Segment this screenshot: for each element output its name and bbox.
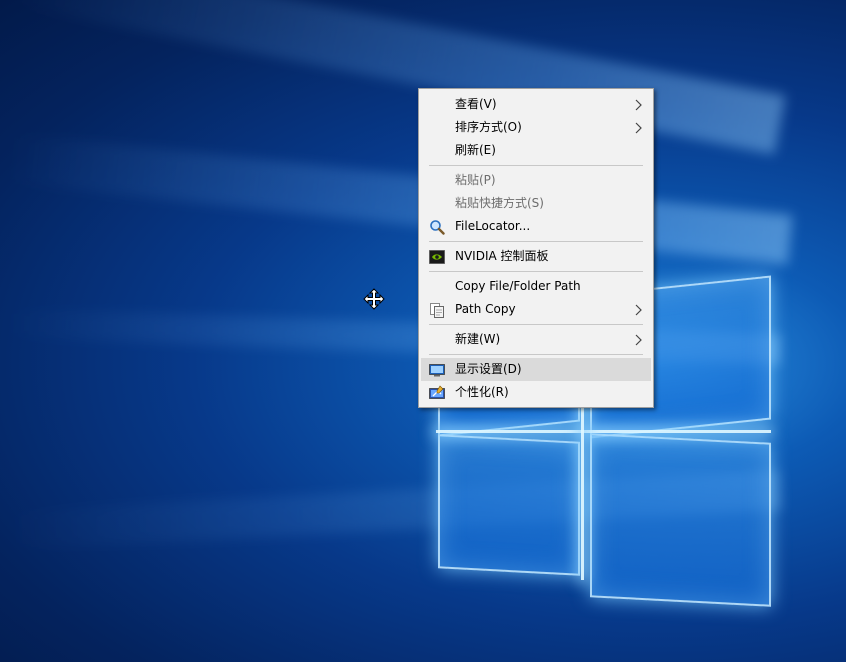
menu-item-view[interactable]: 查看(V) — [421, 93, 651, 116]
menu-separator — [429, 324, 643, 325]
light-beam — [8, 0, 786, 155]
windows-logo-pane-bottom-left — [438, 434, 580, 576]
chevron-right-icon — [635, 334, 642, 346]
light-beam — [1, 132, 793, 265]
menu-item-refresh[interactable]: 刷新(E) — [421, 139, 651, 162]
menu-item-personalize[interactable]: 个性化(R) — [421, 381, 651, 404]
menu-item-paste[interactable]: 粘贴(P) — [421, 169, 651, 192]
desktop-context-menu: 查看(V) 排序方式(O) 刷新(E) 粘贴(P) 粘贴快捷方式(S) File… — [418, 88, 654, 408]
menu-separator — [429, 241, 643, 242]
windows-logo-pane-bottom-right — [590, 433, 771, 607]
menu-item-copy-file-folder-path[interactable]: Copy File/Folder Path — [421, 275, 651, 298]
menu-item-path-copy[interactable]: Path Copy — [421, 298, 651, 321]
chevron-right-icon — [635, 304, 642, 316]
menu-item-label: 新建(W) — [455, 332, 501, 346]
menu-item-sort-by[interactable]: 排序方式(O) — [421, 116, 651, 139]
personalize-icon — [429, 385, 445, 399]
menu-item-label: 粘贴快捷方式(S) — [455, 196, 544, 210]
menu-separator — [429, 354, 643, 355]
menu-item-label: 粘贴(P) — [455, 173, 496, 187]
menu-item-label: FileLocator... — [455, 219, 531, 233]
magnifier-icon — [430, 220, 445, 235]
menu-item-label: 个性化(R) — [455, 385, 509, 399]
move-cursor-icon — [363, 288, 385, 310]
menu-item-display-settings[interactable]: 显示设置(D) — [421, 358, 651, 381]
nvidia-icon — [429, 250, 445, 264]
menu-item-new[interactable]: 新建(W) — [421, 328, 651, 351]
menu-item-label: 查看(V) — [455, 97, 497, 111]
menu-item-paste-shortcut[interactable]: 粘贴快捷方式(S) — [421, 192, 651, 215]
path-copy-icon — [430, 303, 444, 318]
menu-item-label: NVIDIA 控制面板 — [455, 249, 549, 263]
menu-item-filelocator[interactable]: FileLocator... — [421, 215, 651, 238]
menu-item-label: 显示设置(D) — [455, 362, 522, 376]
menu-item-nvidia-control-panel[interactable]: NVIDIA 控制面板 — [421, 245, 651, 268]
menu-separator — [429, 271, 643, 272]
menu-separator — [429, 165, 643, 166]
display-icon — [429, 364, 445, 377]
menu-item-label: 排序方式(O) — [455, 120, 522, 134]
menu-item-label: Copy File/Folder Path — [455, 279, 581, 293]
menu-item-label: Path Copy — [455, 302, 516, 316]
windows-logo-divider — [436, 430, 771, 433]
menu-item-label: 刷新(E) — [455, 143, 496, 157]
chevron-right-icon — [635, 122, 642, 134]
chevron-right-icon — [635, 99, 642, 111]
